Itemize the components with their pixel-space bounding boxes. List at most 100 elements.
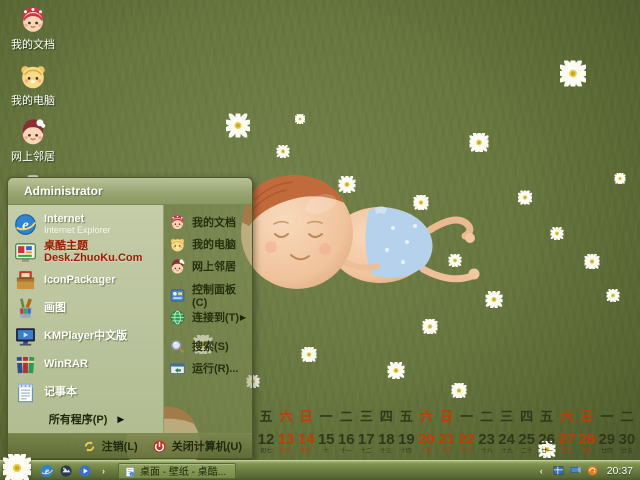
show-desktop-icon[interactable] <box>59 464 73 478</box>
calendar-date: 28 <box>578 431 596 448</box>
start-menu-item-label: Internet <box>44 212 85 225</box>
svg-text:e: e <box>22 217 29 233</box>
desktop-icon-label: 我的电脑 <box>11 95 55 107</box>
start-menu-item-label: WinRAR <box>44 357 88 370</box>
start-menu-place-connect-to[interactable]: 连接到(T) ▶ <box>169 306 250 328</box>
desktop-icon-network-places[interactable]: 网上邻居 <box>4 117 62 164</box>
calendar-weekday: 三 <box>359 409 373 424</box>
start-menu-item-internet-explorer[interactable]: e Internet Internet Explorer <box>12 210 161 238</box>
taskbar-task-button[interactable]: e 桌面 - 壁纸 - 桌酷... <box>118 462 236 479</box>
network-places-icon <box>169 258 186 275</box>
start-menu-place-label: 控制面板(C) <box>192 284 236 309</box>
calendar-lunar-date: 廿五 <box>621 447 633 454</box>
calendar-lunar-date: 廿三 <box>581 447 593 454</box>
calendar-day: 五 26 廿一 <box>537 410 557 456</box>
desktop-icon-my-documents[interactable]: 我的文档 <box>4 5 62 52</box>
daisy-icon <box>449 381 469 403</box>
start-menu: Administrator e Internet Internet Explorer… <box>7 177 253 459</box>
daisy-icon <box>604 287 622 307</box>
start-menu-item-text: WinRAR <box>44 358 88 370</box>
calendar-lunar-date: 初七 <box>260 447 272 454</box>
calendar-date: 25 <box>518 431 535 448</box>
quick-launch-expand-chevron[interactable]: › <box>102 466 105 476</box>
media-player-icon[interactable] <box>78 464 92 478</box>
start-menu-item-notepad[interactable]: 记事本 <box>12 378 161 406</box>
calendar-weekday: 一 <box>459 409 473 424</box>
calendar-weekday: 六 <box>279 409 293 424</box>
log-off-button[interactable]: 注销(L) <box>82 438 138 454</box>
daisy-icon <box>613 171 627 189</box>
desktop-icon-my-computer[interactable]: 我的电脑 <box>4 61 62 108</box>
calendar-date: 29 <box>598 431 616 448</box>
calendar-lunar-date: 十三 <box>380 447 393 454</box>
start-menu-place-control-panel[interactable]: 控制面板(C) <box>169 284 250 309</box>
start-menu-item-text: 桌酷主题Desk.ZhuoKu.Com <box>44 240 159 264</box>
start-menu-place-search[interactable]: 搜索(S) <box>169 335 250 357</box>
zhuoku-theme-icon <box>14 241 37 264</box>
internet-explorer-icon: e <box>14 213 37 236</box>
daisy-icon <box>385 359 407 384</box>
calendar-lunar-date: 十五 <box>420 447 433 454</box>
calendar-day: 日 28 廿三 <box>577 410 597 456</box>
start-menu-place-my-documents[interactable]: 我的文档 <box>169 211 250 233</box>
calendar-lunar-date: 十二 <box>360 447 373 454</box>
quick-launch-bar: e › <box>40 464 110 478</box>
my-documents-icon <box>18 5 48 35</box>
tray-collapse-chevron[interactable]: ‹ <box>540 466 543 476</box>
tray-display-icon[interactable] <box>569 464 582 477</box>
start-menu-item-winrar[interactable]: WinRAR <box>12 350 161 378</box>
start-menu-item-kmplayer[interactable]: KMPlayer中文版 <box>12 322 161 350</box>
start-menu-item-paint[interactable]: 画图 <box>12 294 161 322</box>
start-menu-place-run[interactable]: 运行(R)... <box>169 357 250 379</box>
tray-grid-icon[interactable] <box>552 464 565 477</box>
calendar-lunar-date: 十八 <box>480 447 493 454</box>
calendar-date: 24 <box>498 431 515 448</box>
tray-swirl-icon[interactable] <box>586 464 599 477</box>
daisy-icon <box>467 130 491 157</box>
start-menu-footer: 注销(L) 关闭计算机(U) <box>8 433 252 458</box>
kmplayer-icon <box>14 325 37 348</box>
my-computer-icon <box>169 236 186 253</box>
daisy-icon <box>556 57 590 92</box>
start-menu-item-zhuoku-theme[interactable]: 桌酷主题Desk.ZhuoKu.Com <box>12 238 161 266</box>
calendar-date: 17 <box>357 431 375 448</box>
calendar-lunar-date: 二十 <box>520 447 533 454</box>
calendar-date: 20 <box>418 431 435 448</box>
task-button-label: 桌面 - 壁纸 - 桌酷... <box>140 467 227 478</box>
calendar-weekday: 五 <box>540 409 554 424</box>
daisy-icon <box>582 252 602 274</box>
all-programs-arrow-icon: ▶ <box>117 413 125 424</box>
calendar-date: 14 <box>297 431 315 448</box>
paint-icon <box>14 297 37 320</box>
start-menu-item-text: KMPlayer中文版 <box>44 330 127 342</box>
start-button[interactable] <box>0 450 35 480</box>
internet-explorer-icon[interactable]: e <box>40 464 54 478</box>
calendar-day: 五 19 十四 <box>396 410 416 456</box>
desktop-icon-label: 网上邻居 <box>11 151 55 163</box>
svg-text:e: e <box>131 472 133 476</box>
control-panel-icon <box>169 287 186 304</box>
start-menu-place-my-computer[interactable]: 我的电脑 <box>169 233 250 255</box>
logged-in-user: Administrator <box>24 184 103 198</box>
start-menu-place-network-places[interactable]: 网上邻居 <box>169 255 250 277</box>
calendar-lunar-date: 廿四 <box>601 447 613 454</box>
my-computer-icon <box>18 61 48 91</box>
calendar-weekday: 六 <box>419 409 433 424</box>
taskbar: e › e 桌面 - 壁纸 - 桌酷... ‹ 20:37 <box>0 450 640 480</box>
calendar-date: 12 <box>257 431 275 448</box>
calendar-weekday: 一 <box>600 409 614 424</box>
calendar-day: 六 27 廿二 <box>557 410 577 456</box>
start-menu-item-icon-packager[interactable]: IconPackager <box>12 266 161 294</box>
calendar-lunar-date: 十四 <box>400 447 413 454</box>
all-programs-button[interactable]: 所有程序(P) ▶ <box>12 407 161 431</box>
calendar-day: 日 14 初九 <box>296 410 316 456</box>
wallpaper-calendar: 五 12 初七六 13 初八日 14 初九一 15 十二 16 十一三 17 十二四 18 十三五 19 十四六… <box>256 410 637 456</box>
calendar-weekday: 日 <box>299 409 313 424</box>
power-icon <box>152 439 167 454</box>
network-places-icon <box>18 117 48 147</box>
start-menu-item-text: 记事本 <box>44 386 77 398</box>
calendar-date: 18 <box>377 431 395 448</box>
start-menu-item-label: IconPackager <box>44 273 116 286</box>
calendar-date: 13 <box>277 431 295 448</box>
turn-off-computer-button[interactable]: 关闭计算机(U) <box>152 438 242 454</box>
